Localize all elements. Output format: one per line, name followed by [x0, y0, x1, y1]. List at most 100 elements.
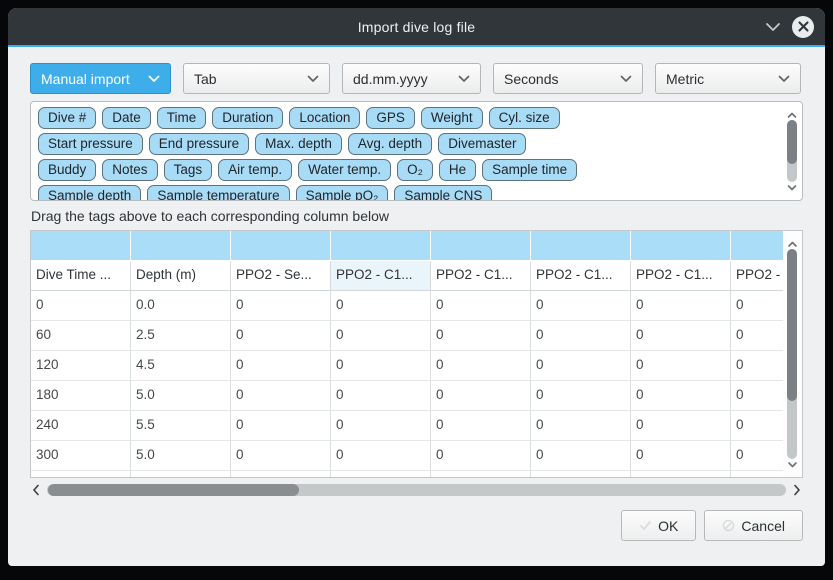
- tag-drop-cell[interactable]: [431, 231, 531, 261]
- table-cell: 0: [531, 351, 631, 380]
- chevron-down-icon: [620, 75, 632, 83]
- tag-chip[interactable]: Sample depth: [38, 185, 141, 201]
- table-cell: 60: [31, 321, 131, 350]
- import-type-select[interactable]: Manual import: [30, 63, 171, 94]
- cancel-icon: [722, 519, 735, 532]
- tag-drop-cell[interactable]: [131, 231, 231, 261]
- table-cell: 0: [531, 321, 631, 350]
- table-body: 00.0000000602.50000001204.50000001805.00…: [31, 291, 783, 477]
- titlebar[interactable]: Import dive log file: [8, 8, 825, 45]
- scroll-down-icon[interactable]: [787, 455, 798, 473]
- tag-chip[interactable]: Buddy: [38, 159, 96, 181]
- tag-chip[interactable]: He: [439, 159, 476, 181]
- table-horizontal-scrollbar[interactable]: [30, 482, 803, 498]
- chevron-down-icon: [778, 75, 790, 83]
- table-cell: 0: [331, 381, 431, 410]
- table-cell: 0: [731, 411, 783, 440]
- scroll-down-icon[interactable]: [787, 178, 797, 196]
- tag-chip[interactable]: Sample pO₂: [296, 185, 389, 201]
- tag-list: Dive # Date TimeDuration Location GPS Weight C…: [30, 101, 803, 201]
- table-cell: 0: [431, 321, 531, 350]
- tag-chip[interactable]: Avg. depth: [348, 133, 432, 155]
- table-cell: 0: [531, 441, 631, 470]
- table-row: 1204.5000000: [31, 351, 783, 381]
- tag-chip[interactable]: Weight: [421, 107, 483, 129]
- tag-drop-cell[interactable]: [731, 231, 783, 261]
- field-separator-select[interactable]: Tab: [183, 63, 330, 94]
- ok-button-label: OK: [658, 518, 678, 534]
- table-cell: 0: [431, 381, 531, 410]
- tag-chip[interactable]: Time: [157, 107, 207, 129]
- tag-chip[interactable]: Dive #: [38, 107, 96, 129]
- table-vertical-scrollbar[interactable]: [783, 231, 802, 477]
- table-cell: 0: [31, 291, 131, 320]
- tag-drop-cell[interactable]: [531, 231, 631, 261]
- table-cell: 300: [31, 441, 131, 470]
- tag-chip[interactable]: Water temp.: [298, 159, 391, 181]
- window-title: Import dive log file: [358, 19, 476, 35]
- table-cell: 0: [331, 291, 431, 320]
- tag-drop-cell[interactable]: [231, 231, 331, 261]
- scroll-left-icon[interactable]: [32, 484, 40, 496]
- tag-drop-cell[interactable]: [331, 231, 431, 261]
- scroll-right-icon[interactable]: [793, 484, 801, 496]
- chevron-down-icon[interactable]: [765, 22, 781, 32]
- tag-chip[interactable]: Air temp.: [218, 159, 292, 181]
- tag-chip[interactable]: Notes: [102, 159, 157, 181]
- tag-row: Start pressure End pressure Max. depth Avg.…: [38, 133, 795, 155]
- tag-chip[interactable]: O₂: [397, 159, 433, 181]
- table-cell: 0: [331, 411, 431, 440]
- cancel-button[interactable]: Cancel: [704, 510, 803, 541]
- import-type-value: Manual import: [41, 71, 130, 87]
- tag-list-scrollbar[interactable]: [784, 103, 801, 199]
- ok-button[interactable]: OK: [621, 510, 696, 541]
- table-row: 602.5000000: [31, 321, 783, 351]
- import-options-row: Manual import Tab dd.mm.yyyy Seconds Met…: [30, 63, 803, 94]
- tag-chip[interactable]: Location: [289, 107, 360, 129]
- units-select[interactable]: Metric: [655, 63, 801, 94]
- tag-chip[interactable]: Sample time: [482, 159, 577, 181]
- units-value: Metric: [666, 71, 704, 87]
- tag-chip[interactable]: GPS: [366, 107, 415, 129]
- table-cell: 0: [531, 381, 631, 410]
- table-cell: 4.5: [131, 351, 231, 380]
- tag-drop-cell[interactable]: [31, 231, 131, 261]
- date-format-select[interactable]: dd.mm.yyyy: [342, 63, 481, 94]
- table-cell: 0: [631, 411, 731, 440]
- close-button[interactable]: [792, 16, 814, 38]
- table-cell: 0: [631, 441, 731, 470]
- table-cell: 0: [231, 411, 331, 440]
- table-cell: 0: [731, 321, 783, 350]
- tag-chip[interactable]: Tags: [164, 159, 213, 181]
- tag-chip[interactable]: Date: [102, 107, 151, 129]
- table-cell: [731, 471, 783, 477]
- tag-chip[interactable]: End pressure: [149, 133, 249, 155]
- table-cell: 0: [331, 321, 431, 350]
- table-cell: 0: [431, 351, 531, 380]
- duration-format-select[interactable]: Seconds: [493, 63, 643, 94]
- chevron-down-icon: [148, 75, 160, 83]
- tag-drop-cell[interactable]: [631, 231, 731, 261]
- tag-chip[interactable]: Duration: [212, 107, 283, 129]
- tag-chip[interactable]: Divemaster: [438, 133, 526, 155]
- tag-chip[interactable]: Start pressure: [38, 133, 143, 155]
- table-cell: 0: [631, 351, 731, 380]
- table-cell: 5.0: [131, 441, 231, 470]
- table-cell: 5.5: [131, 411, 231, 440]
- tag-row: Dive # Date TimeDuration Location GPS Weight C…: [38, 107, 795, 129]
- tag-chip[interactable]: Sample temperature: [147, 185, 289, 201]
- scrollbar-thumb[interactable]: [787, 249, 797, 401]
- scrollbar-thumb[interactable]: [48, 484, 299, 496]
- table-row: [31, 471, 783, 477]
- tag-chip[interactable]: Cyl. size: [489, 107, 560, 129]
- table-cell: 180: [31, 381, 131, 410]
- table-cell: 0: [331, 351, 431, 380]
- scrollbar-thumb[interactable]: [787, 120, 797, 164]
- table-cell: [31, 471, 131, 477]
- tag-chip[interactable]: Sample CNS: [394, 185, 492, 201]
- tag-chip[interactable]: Max. depth: [255, 133, 342, 155]
- check-icon: [639, 519, 652, 532]
- scrollbar-track[interactable]: [47, 484, 786, 496]
- drag-instruction-label: Drag the tags above to each correspondin…: [31, 208, 802, 225]
- table-cell: 0: [431, 291, 531, 320]
